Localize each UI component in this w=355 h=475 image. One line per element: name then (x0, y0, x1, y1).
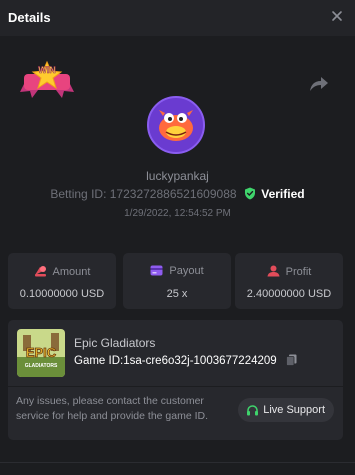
payout-icon (150, 265, 163, 276)
divider (0, 462, 355, 463)
game-thumbnail[interactable]: EPIC GLADIATORS (17, 329, 65, 377)
headset-icon (247, 404, 259, 415)
betting-id-label: Betting ID: (50, 187, 107, 201)
game-id-label: Game ID: (74, 355, 124, 367)
copy-icon[interactable] (285, 354, 297, 366)
avatar (147, 96, 205, 154)
betting-id-value: 1723272886521609088 (109, 187, 237, 201)
amount-card: Amount 0.10000000 USD (8, 253, 116, 309)
profit-icon (267, 265, 280, 277)
game-id-row: Game ID:1sa-cre6o32j-1003677224209 (74, 354, 297, 367)
close-icon[interactable] (329, 8, 345, 24)
payout-card: Payout 25 x (123, 253, 231, 309)
payout-value: 25 x (166, 288, 188, 300)
betting-id-row: Betting ID: 1723272886521609088 Verified (0, 187, 355, 201)
live-support-label: Live Support (263, 404, 325, 416)
amount-icon (34, 266, 46, 277)
game-id-value: 1sa-cre6o32j-1003677224209 (123, 355, 277, 367)
page-title: Details (8, 10, 51, 25)
username: luckypankaj (146, 169, 209, 183)
win-badge-text: WIN (38, 65, 56, 75)
divider (8, 386, 343, 387)
share-icon[interactable] (309, 75, 329, 93)
header-bar: Details (0, 0, 355, 36)
verified-shield-icon (244, 187, 255, 200)
game-thumb-subtitle: GLADIATORS (25, 363, 58, 369)
bet-date: 1/29/2022, 12:54:52 PM (124, 208, 231, 219)
profit-label: Profit (285, 266, 312, 278)
profit-value: 2.40000000 USD (246, 288, 332, 300)
amount-value: 0.10000000 USD (19, 288, 105, 300)
game-card: EPIC GLADIATORS Epic Gladiators Game ID:… (8, 320, 343, 440)
win-badge-icon: WIN (20, 60, 74, 98)
payout-label: Payout (169, 265, 204, 277)
game-name[interactable]: Epic Gladiators (74, 336, 155, 350)
verified-label: Verified (261, 187, 305, 201)
profit-card: Profit 2.40000000 USD (235, 253, 343, 309)
support-message: Any issues, please contact the customer … (16, 395, 209, 422)
game-thumb-title: EPIC (26, 345, 57, 360)
amount-label: Amount (52, 266, 91, 278)
live-support-button[interactable]: Live Support (238, 398, 334, 422)
